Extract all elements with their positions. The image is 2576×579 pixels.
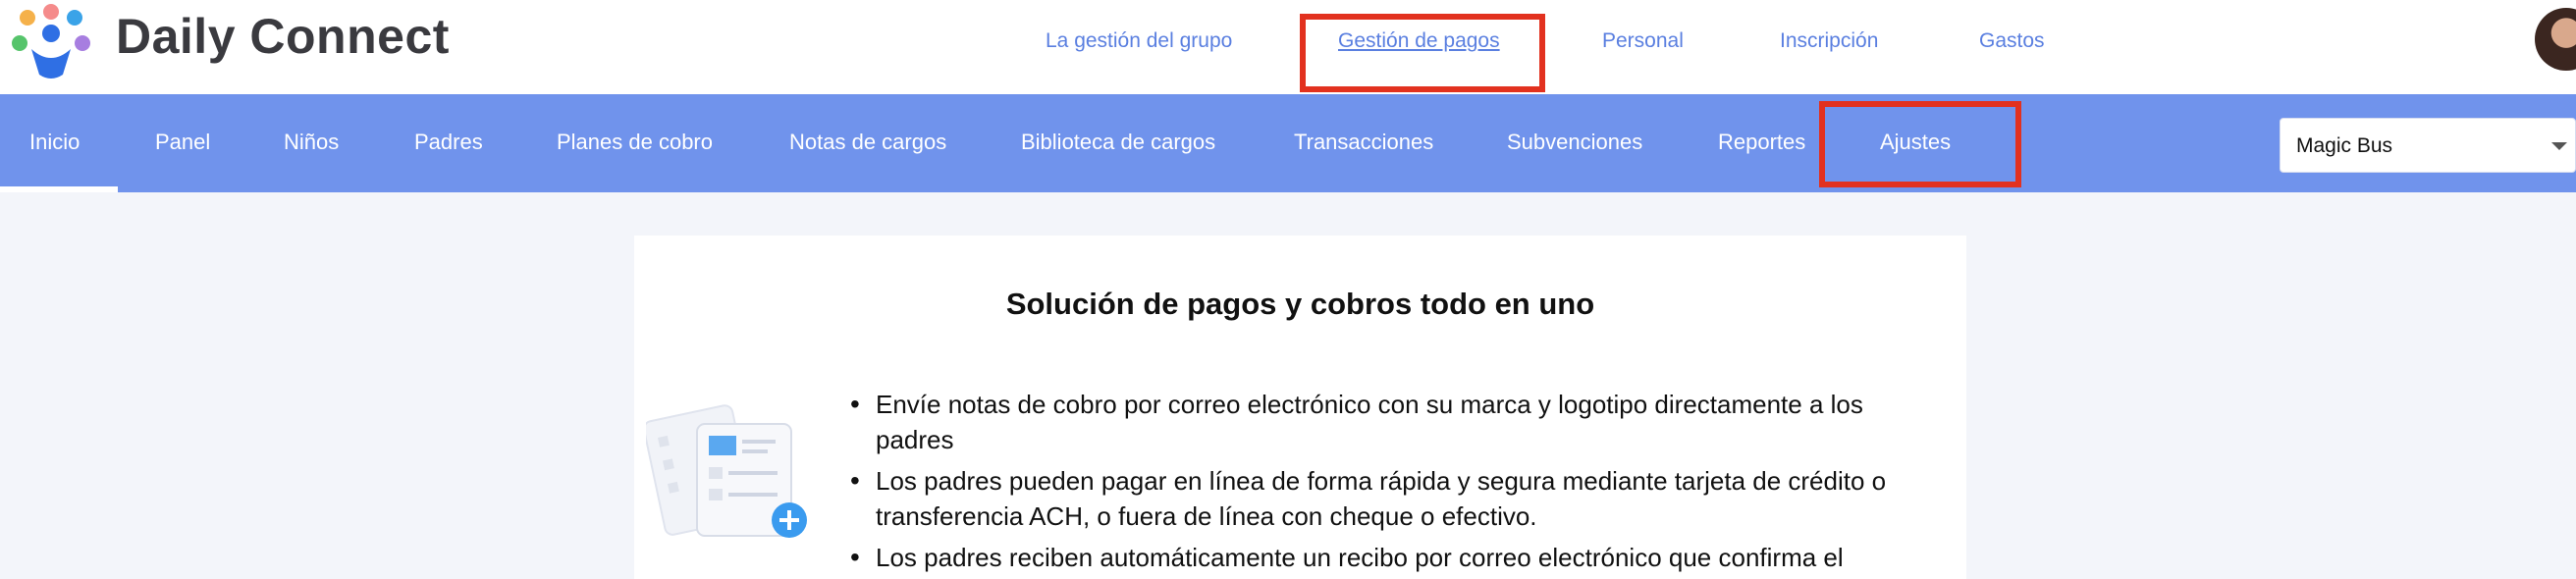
nav-item-charge-library[interactable]: Biblioteca de cargos xyxy=(1021,130,1215,155)
user-avatar[interactable] xyxy=(2535,8,2576,71)
list-item: Los padres pueden pagar en línea de form… xyxy=(850,463,1940,534)
nav-item-children[interactable]: Niños xyxy=(284,130,339,155)
feature-list: Envíe notas de cobro por correo electrón… xyxy=(850,387,1940,579)
center-select[interactable]: Magic Bus xyxy=(2280,118,2576,173)
main-nav: Inicio Panel Niños Padres Planes de cobr… xyxy=(0,94,2576,192)
nav-item-dashboard[interactable]: Panel xyxy=(155,130,210,155)
center-select-value: Magic Bus xyxy=(2296,134,2393,157)
nav-item-transactions[interactable]: Transacciones xyxy=(1294,130,1433,155)
top-nav-staff[interactable]: Personal xyxy=(1602,29,1684,53)
nav-item-parents[interactable]: Padres xyxy=(414,130,483,155)
card-title: Solución de pagos y cobros todo en uno xyxy=(1005,287,1595,321)
highlight-box-payment-management xyxy=(1300,14,1545,92)
nav-item-invoices[interactable]: Notas de cargos xyxy=(789,130,946,155)
list-item: Los padres reciben automáticamente un re… xyxy=(850,540,1940,575)
nav-item-billing-plans[interactable]: Planes de cobro xyxy=(557,130,713,155)
top-nav-group-management[interactable]: La gestión del grupo xyxy=(1046,29,1232,53)
active-nav-indicator xyxy=(0,186,118,192)
chevron-down-icon xyxy=(2551,142,2567,150)
top-nav-expenses[interactable]: Gastos xyxy=(1979,29,2045,53)
top-header: Daily Connect La gestión del grupo Gesti… xyxy=(0,0,2576,94)
top-nav-enrollment[interactable]: Inscripción xyxy=(1780,29,1878,53)
brand-name: Daily Connect xyxy=(116,9,450,64)
highlight-box-settings xyxy=(1819,101,2021,187)
nav-item-home[interactable]: Inicio xyxy=(29,130,80,155)
nav-item-reports[interactable]: Reportes xyxy=(1718,130,1805,155)
list-item: Envíe notas de cobro por correo electrón… xyxy=(850,387,1940,457)
promo-card: Solución de pagos y cobros todo en uno E… xyxy=(634,236,1966,579)
nav-item-subsidies[interactable]: Subvenciones xyxy=(1507,130,1642,155)
document-add-illustration-icon xyxy=(646,404,807,538)
daily-connect-logo-icon[interactable] xyxy=(6,4,96,82)
